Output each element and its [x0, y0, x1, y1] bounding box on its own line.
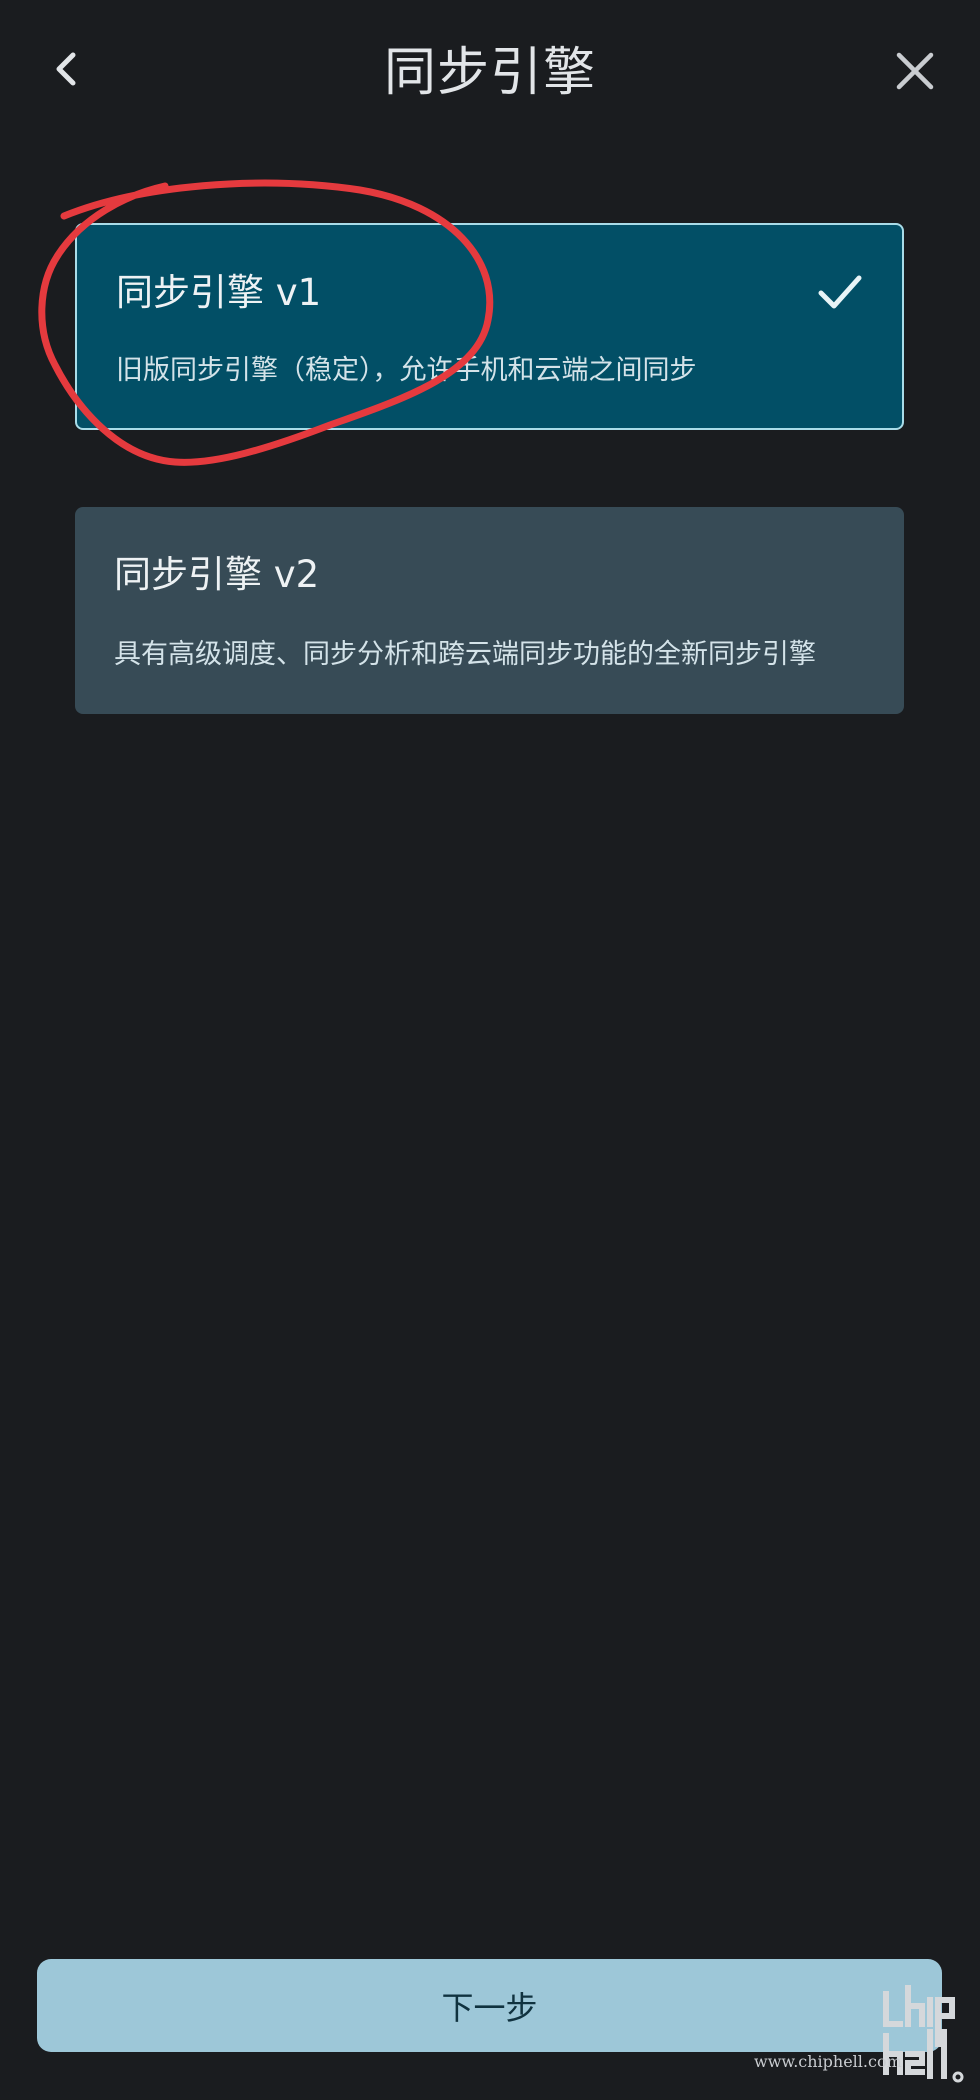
watermark-url: www.chiphell.com	[754, 2052, 902, 2071]
close-icon	[896, 52, 934, 90]
next-button[interactable]: 下一步	[37, 1959, 942, 2052]
header-bar: 同步引擎	[0, 0, 980, 150]
option-description: 具有高级调度、同步分析和跨云端同步功能的全新同步引擎	[114, 639, 816, 670]
option-title: 同步引擎 v1	[116, 271, 322, 314]
page-title: 同步引擎	[383, 43, 596, 103]
option-description: 旧版同步引擎（稳定），允许手机和云端之间同步	[116, 355, 697, 386]
option-card-sync-engine-v2[interactable]: 同步引擎 v2 具有高级调度、同步分析和跨云端同步功能的全新同步引擎	[75, 507, 904, 714]
close-button[interactable]	[880, 36, 950, 106]
option-title: 同步引擎 v2	[114, 553, 320, 596]
check-icon	[818, 275, 862, 309]
option-card-sync-engine-v1[interactable]: 同步引擎 v1 旧版同步引擎（稳定），允许手机和云端之间同步	[75, 223, 904, 430]
